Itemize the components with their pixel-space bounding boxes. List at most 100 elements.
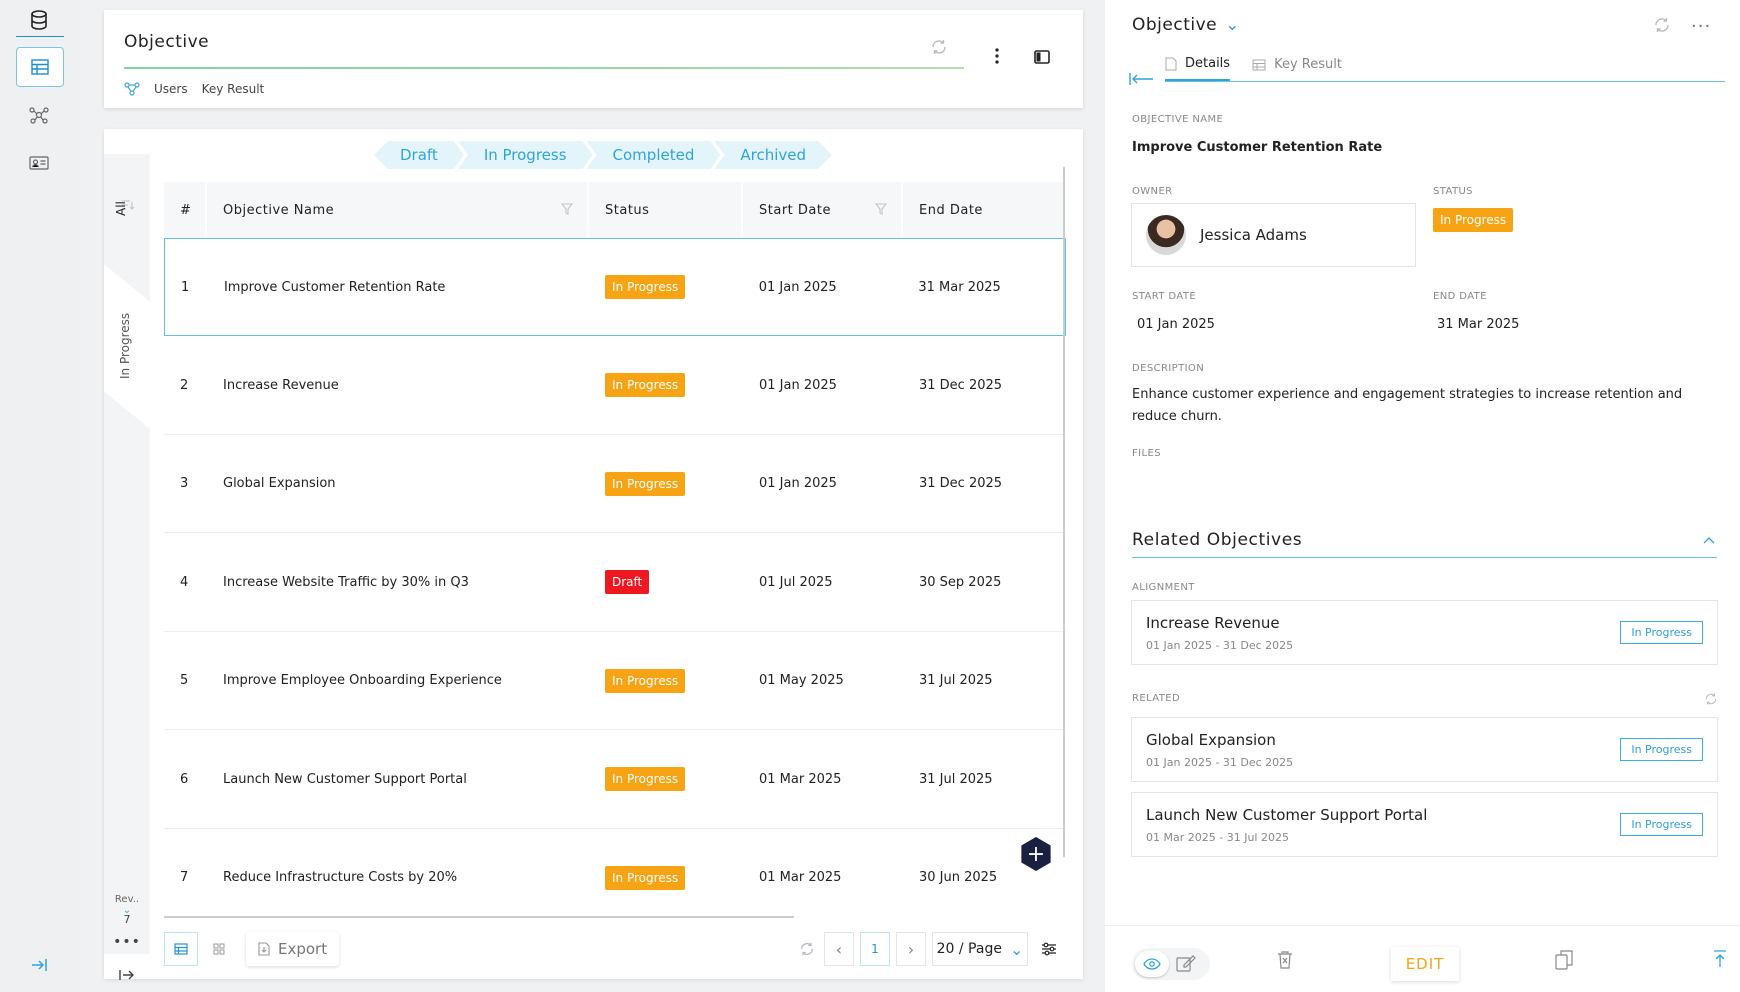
description-label: DESCRIPTION: [1132, 363, 1205, 374]
link-key-result[interactable]: Key Result: [202, 82, 265, 96]
cell-start: 01 May 2025: [759, 673, 844, 688]
chip-completed[interactable]: Completed: [587, 141, 721, 169]
tab-key-result[interactable]: Key Result: [1252, 56, 1342, 81]
alignment-card[interactable]: Increase Revenue 01 Jan 2025 - 31 Dec 20…: [1131, 600, 1718, 665]
start-date-label: START DATE: [1132, 291, 1197, 302]
horizontal-scrollbar[interactable]: [164, 916, 794, 918]
cell-num: 5: [180, 673, 189, 688]
network-icon[interactable]: [24, 100, 54, 130]
cell-name: Launch New Customer Support Portal: [223, 771, 467, 787]
table-view-icon[interactable]: [16, 47, 64, 87]
status-badge: In Progress: [605, 865, 686, 890]
edit-note-icon[interactable]: [1176, 954, 1196, 972]
status-cell: Draft: [589, 570, 743, 594]
chip-draft[interactable]: Draft: [374, 141, 464, 169]
end-date-label: END DATE: [1433, 291, 1487, 302]
col-objective-name[interactable]: Objective Name: [207, 182, 589, 238]
owner-label: OWNER: [1132, 186, 1173, 197]
table-row[interactable]: 4 Increase Website Traffic by 30% in Q3 Dr…: [164, 534, 1066, 632]
refresh-icon[interactable]: [794, 932, 820, 966]
refresh-icon[interactable]: [930, 38, 948, 56]
table-row[interactable]: 7 Reduce Infrastructure Costs by 20% In Pr…: [164, 829, 1066, 917]
table-row[interactable]: 5 Improve Employee Onboarding Experience I…: [164, 632, 1066, 730]
id-card-icon[interactable]: [24, 148, 54, 178]
chip-archived[interactable]: Archived: [714, 141, 832, 169]
detail-panel: Objective ⌄ ··· Details Key Result OBJEC…: [1105, 0, 1740, 992]
rev-label: Rev..: [114, 894, 140, 905]
delete-icon[interactable]: [1277, 950, 1293, 970]
col-end-date[interactable]: End Date: [903, 182, 1066, 238]
status-cell: In Progress: [589, 275, 743, 299]
refresh-icon[interactable]: [1653, 16, 1671, 34]
expand-sidebar-icon[interactable]: [24, 950, 54, 980]
status-badge: In Progress: [605, 767, 686, 791]
page-size-select[interactable]: 20 / Page ⌄: [932, 932, 1028, 966]
table-header: # Objective Name Status Start Date End D…: [164, 182, 1066, 238]
cell-end: 31 Jul 2025: [919, 771, 993, 787]
page-number-button[interactable]: 1: [860, 932, 890, 966]
cell-num: 6: [180, 771, 189, 787]
panel-toggle-icon[interactable]: [1034, 50, 1050, 64]
expand-right-icon[interactable]: [119, 969, 135, 981]
filter-icon[interactable]: [561, 203, 573, 215]
table-footer: Export ‹ 1 › 20 / Page ⌄: [164, 932, 1066, 966]
chip-in-progress[interactable]: In Progress: [458, 141, 593, 169]
database-icon[interactable]: [24, 5, 54, 35]
start-date-value: 01 Jan 2025: [1137, 317, 1215, 332]
status-badge: In Progress: [1620, 621, 1703, 644]
objective-name-label: OBJECTIVE NAME: [1132, 114, 1224, 125]
export-label: Export: [278, 940, 328, 958]
list-view-button[interactable]: [164, 932, 198, 966]
chevron-down-icon: ⌄: [1225, 15, 1240, 35]
cell-start: 01 Jul 2025: [759, 574, 833, 590]
more-horizontal-icon[interactable]: •••: [112, 934, 142, 950]
scroll-top-icon[interactable]: [1713, 950, 1727, 968]
cell-name: Reduce Infrastructure Costs by 20%: [223, 870, 458, 885]
edit-button[interactable]: EDIT: [1391, 947, 1459, 981]
vertical-scrollbar[interactable]: [1063, 167, 1065, 857]
related-card[interactable]: Global Expansion 01 Jan 2025 - 31 Dec 20…: [1131, 717, 1718, 782]
status-cell: In Progress: [589, 865, 743, 890]
status-badge: In Progress: [605, 668, 686, 693]
related-card[interactable]: Launch New Customer Support Portal 01 Ma…: [1131, 792, 1718, 857]
more-horizontal-icon[interactable]: ···: [1691, 16, 1711, 37]
header-links: Users Key Result: [124, 82, 264, 96]
cell-end: 31 Mar 2025: [918, 279, 1001, 295]
page-title: Objective: [124, 32, 210, 52]
owner-card[interactable]: Jessica Adams: [1131, 203, 1416, 267]
settings-sliders-icon[interactable]: [1034, 932, 1064, 966]
next-page-button[interactable]: ›: [896, 932, 926, 966]
table-row[interactable]: 1 Improve Customer Retention Rate In Progr…: [164, 238, 1066, 336]
description-value: Enhance customer experience and engageme…: [1132, 387, 1683, 424]
tab-all[interactable]: All: [114, 201, 128, 216]
detail-footer: EDIT: [1105, 925, 1740, 992]
prev-page-button[interactable]: ‹: [824, 932, 854, 966]
cell-name: Global Expansion: [223, 476, 336, 491]
link-users[interactable]: Users: [154, 82, 188, 96]
col-status[interactable]: Status: [589, 182, 743, 238]
view-edit-toggle[interactable]: [1132, 948, 1210, 980]
tab-underline: [1165, 81, 1725, 82]
objectives-table: # Objective Name Status Start Date End D…: [164, 182, 1066, 917]
cell-name: Improve Customer Retention Rate: [223, 279, 446, 295]
table-row[interactable]: 3 Global Expansion In Progress 01 Jan 2025 3…: [164, 435, 1066, 533]
detail-title[interactable]: Objective ⌄: [1132, 15, 1240, 35]
chevron-up-icon[interactable]: [1703, 536, 1715, 544]
table-row[interactable]: 6 Launch New Customer Support Portal In Pr…: [164, 731, 1066, 829]
table-row[interactable]: 2 Increase Revenue In Progress 01 Jan 2025 3…: [164, 337, 1066, 435]
alignment-label: ALIGNMENT: [1132, 582, 1195, 593]
more-vertical-icon[interactable]: [994, 48, 1000, 64]
filter-icon[interactable]: [875, 203, 887, 215]
col-start-date[interactable]: Start Date: [743, 182, 903, 238]
tab-details[interactable]: Details: [1165, 56, 1231, 81]
eye-icon[interactable]: [1135, 951, 1169, 977]
collapse-left-icon[interactable]: [1129, 72, 1155, 86]
refresh-icon[interactable]: [1704, 692, 1718, 706]
grid-view-button[interactable]: [204, 932, 234, 966]
rev-count: 7: [123, 913, 131, 926]
status-badge: In Progress: [605, 275, 686, 299]
hierarchy-icon[interactable]: [124, 82, 140, 96]
export-button[interactable]: Export: [246, 932, 340, 966]
end-date-value: 31 Mar 2025: [1437, 317, 1520, 332]
copy-icon[interactable]: [1555, 950, 1573, 970]
